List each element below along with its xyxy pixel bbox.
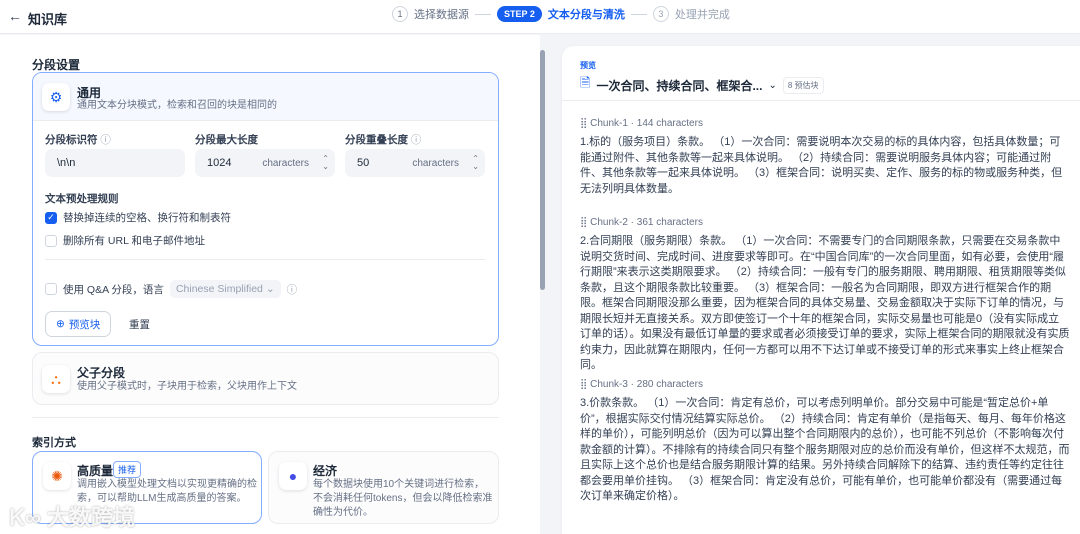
rules-heading: 文本预处理规则 xyxy=(45,193,119,205)
rule-remove-urls[interactable]: 删除所有 URL 和电子邮件地址 xyxy=(45,233,205,248)
parent-child-mode-card[interactable]: ⛬ 父子分段 使用父子模式时，子块用于检索，父块用作上下文 xyxy=(32,352,499,405)
preview-chunks-button[interactable]: ⊕ 预览块 xyxy=(45,311,112,337)
step-1-label: 选择数据源 xyxy=(414,9,469,21)
overlap-input[interactable]: 50 characters ⌃ ⌄ xyxy=(345,149,485,177)
reset-button[interactable]: 重置 xyxy=(119,311,160,337)
segment-heading: 分段设置 xyxy=(32,58,81,72)
step-3-number: 3 xyxy=(652,6,669,22)
preview-label: 预览 xyxy=(580,61,596,70)
rule-replace-spaces[interactable]: ✓ 替换掉连续的空格、换行符和制表符 xyxy=(45,210,231,225)
economy-title: 经济 xyxy=(313,464,338,478)
chunk-2-text: 2.合同期限（服务期限）条款。 （1）一次合同：不需要专门的合同期限条款，只需要… xyxy=(580,235,1070,371)
parent-child-title: 父子分段 xyxy=(77,366,126,380)
chunk-count-badge: 8 预估块 xyxy=(782,76,824,94)
gear-icon: ⚙ xyxy=(42,83,70,111)
step-2-badge: STEP 2 xyxy=(497,6,542,22)
settings-panel: 分段设置 ⚙ 通用 通用文本分块模式，检索和召回的块是相同的 分段标识符 ⓘ 分… xyxy=(0,35,540,534)
general-mode-card[interactable]: ⚙ 通用 通用文本分块模式，检索和召回的块是相同的 分段标识符 ⓘ 分段最大长度… xyxy=(32,72,499,346)
chunk-3-text: 3.价款条款。 （1）一次合同：肯定有总价，可以考虑列明单价。部分交易中可能是“… xyxy=(580,397,1070,502)
search-icon: ⊕ xyxy=(56,318,65,330)
stepper-icon: ⌃ ⌄ xyxy=(322,154,329,171)
step-1-number: 1 xyxy=(392,6,408,22)
index-heading: 索引方式 xyxy=(32,437,76,449)
stepper-icon: ⌃ ⌄ xyxy=(472,154,479,171)
checkbox-icon xyxy=(45,234,57,247)
delimiter-label: 分段标识符 ⓘ xyxy=(45,134,111,146)
document-title: 一次合同、持续合同、框架合... xyxy=(596,78,763,93)
document-selector[interactable]: 🗎 一次合同、持续合同、框架合... ⌄ 8 预估块 xyxy=(580,74,824,96)
recommended-badge: 推荐 xyxy=(113,461,142,478)
chevron-down-icon: ⌄ xyxy=(768,79,777,91)
piggy-bank-icon: ● xyxy=(279,462,307,490)
parent-child-icon: ⛬ xyxy=(42,365,70,393)
document-icon: 🗎 xyxy=(580,75,591,90)
checkbox-checked-icon: ✓ xyxy=(45,211,57,224)
overlap-label: 分段重叠长度 ⓘ xyxy=(345,134,422,146)
scrollbar[interactable] xyxy=(538,40,546,534)
chunk-1-header: ⣿ Chunk-1 · 144 characters xyxy=(580,118,703,129)
chunk-1-text: 1.标的（服务项目）条款。 （1）一次合同：需要说明本次交易的标的具体内容，包括… xyxy=(580,136,1063,195)
preview-panel: 预览 🗎 一次合同、持续合同、框架合... ⌄ 8 预估块 ⣿ Chunk-1 … xyxy=(562,46,1080,534)
qa-segment-checkbox[interactable]: 使用 Q&A 分段，语言 Chinese Simplified ⌄ ⓘ xyxy=(45,280,297,298)
max-length-input[interactable]: 1024 characters ⌃ ⌄ xyxy=(195,149,335,177)
watermark-logo: Ꮶ∞ 大数跨境 xyxy=(10,505,135,530)
economy-desc: 每个数据块使用10个关键词进行检索，不会消耗任何tokens，但会以降低检索准确… xyxy=(313,479,493,518)
max-length-label: 分段最大长度 xyxy=(195,134,258,146)
stepper: 1 选择数据源 STEP 2 文本分段与清洗 3 处理并完成 xyxy=(392,6,730,22)
delimiter-input[interactable]: \n\n xyxy=(45,149,185,177)
chunk-3-header: ⣿ Chunk-3 · 280 characters xyxy=(580,379,703,390)
general-desc: 通用文本分块模式，检索和召回的块是相同的 xyxy=(77,100,277,111)
page-title: 知识库 xyxy=(28,12,68,27)
arrow-left-icon[interactable]: ← xyxy=(8,8,22,24)
economy-card[interactable]: ● 经济 每个数据块使用10个关键词进行检索，不会消耗任何tokens，但会以降… xyxy=(268,451,499,524)
chunk-2-header: ⣿ Chunk-2 · 361 characters xyxy=(580,217,703,228)
checkbox-icon xyxy=(45,283,57,295)
parent-child-desc: 使用父子模式时，子块用于检索，父块用作上下文 xyxy=(77,381,297,392)
high-quality-icon: ✺ xyxy=(43,462,71,490)
step-2-label: 文本分段与清洗 xyxy=(547,9,625,21)
language-select[interactable]: Chinese Simplified ⌄ xyxy=(169,280,281,298)
high-quality-title: 高质量 xyxy=(77,464,114,478)
top-bar: ← 知识库 1 选择数据源 STEP 2 文本分段与清洗 3 处理并完成 xyxy=(0,0,1080,34)
step-3-label: 处理并完成 xyxy=(674,9,730,21)
